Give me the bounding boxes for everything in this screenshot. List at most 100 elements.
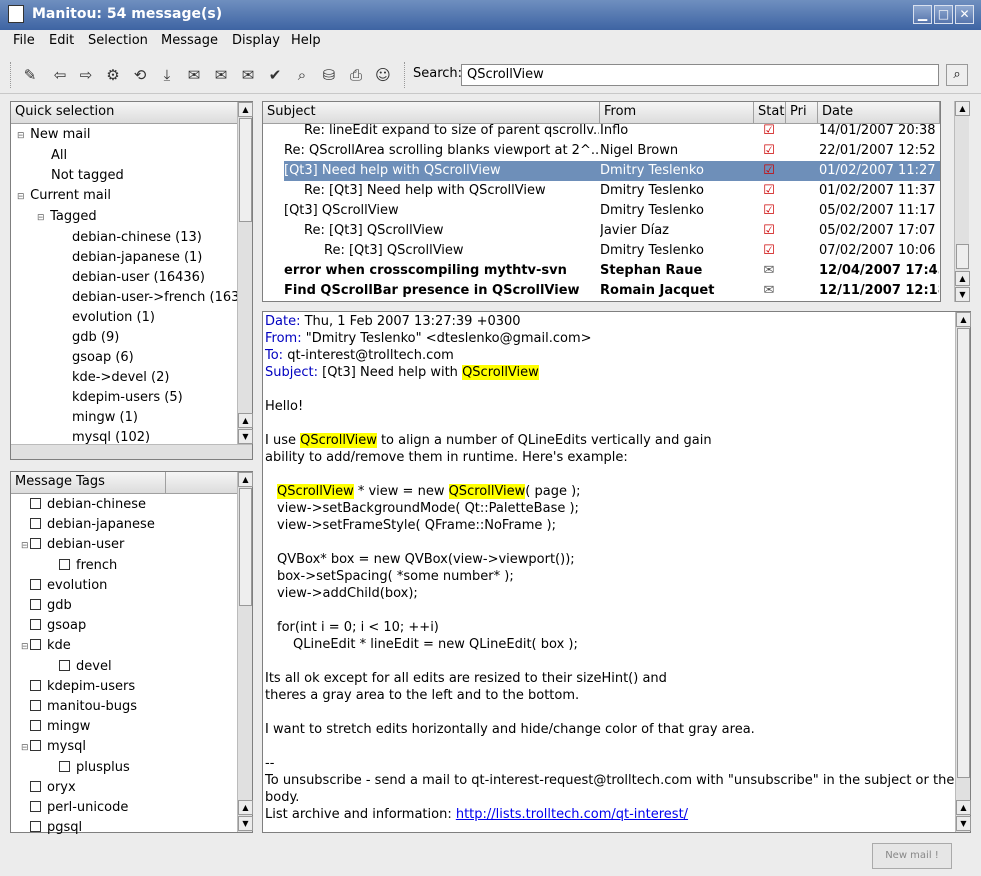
delete-mail-icon[interactable]: ✉ [184,65,204,85]
tag-item[interactable]: manitou-bugs [21,697,155,717]
message-view-vscrollbar[interactable]: ▲ ▲ ▼ [955,312,971,832]
tree-item-tag[interactable]: debian-user (16436) [17,268,238,288]
message-row[interactable]: [Qt3] QScrollView Dmitry Teslenko ☑ 05/02/2… [264,201,941,221]
previous-icon[interactable]: ⇦ [50,65,70,85]
message-row[interactable]: Re: lineEdit expand to size of parent qs… [264,121,941,141]
next-icon[interactable]: ⇨ [76,65,96,85]
replied-icon: ☑ [763,163,775,178]
tag-item[interactable]: french [21,556,155,576]
tree-item-tag[interactable]: debian-japanese (1) [17,248,238,268]
quick-selection-panel: Quick selection ⊟ New mail All Not tagge… [10,101,253,460]
settings-icon[interactable]: ⚙ [103,65,123,85]
code-line: QScrollView * view = new QScrollView( pa… [277,484,581,499]
body-paragraph: Its all ok except for all edits are resi… [265,671,667,686]
maximize-button[interactable]: □ [934,5,953,24]
new-mail-button[interactable]: New mail ! [872,843,952,869]
tag-item[interactable]: ⊟ mysql [21,737,155,758]
quick-selection-header[interactable]: Quick selection [11,102,238,124]
menu-bar: File Edit Selection Message Display Help [0,30,981,54]
tag-item[interactable]: kdepim-users [21,677,155,697]
message-row[interactable]: error when crosscompiling mythtv-svn Step… [264,261,941,281]
message-tags-vscrollbar[interactable]: ▲ ▲ ▼ [237,472,253,832]
tree-item-tag[interactable]: evolution (1) [17,308,238,328]
title-bar: Manitou: 54 message(s) ▁ □ ✕ [0,0,981,30]
tree-item-tag[interactable]: debian-chinese (13) [17,228,238,248]
archive-link[interactable]: http://lists.trolltech.com/qt-interest/ [456,807,688,822]
quick-selection-vscrollbar[interactable]: ▲ ▲ ▼ [237,102,253,445]
tag-item[interactable]: gsoap [21,616,155,636]
replied-icon: ☑ [763,243,775,258]
search-button[interactable]: ⌕ [946,64,968,86]
tag-item[interactable]: oryx [21,778,155,798]
tree-item-not-tagged[interactable]: Not tagged [17,166,238,186]
find-icon[interactable]: ⌕ [292,65,312,85]
message-row[interactable]: Re: QScrollArea scrolling blanks viewpor… [264,141,941,161]
print-icon[interactable]: ⎙ [346,65,366,85]
tag-item[interactable]: pgsql [21,818,155,838]
menu-edit[interactable]: Edit [49,33,74,48]
tree-item-tag[interactable]: gdb (9) [17,328,238,348]
quick-selection-tree: ⊟ New mail All Not tagged ⊟ Current mail… [17,125,238,448]
tag-item[interactable]: debian-japanese [21,515,155,535]
tag-item[interactable]: devel [21,657,155,677]
download-icon[interactable]: ⤓ [157,65,177,85]
replied-icon: ☑ [763,203,775,218]
message-row-selected[interactable]: [Qt3] Need help with QScrollView Dmitry T… [284,161,940,181]
trash-mail-icon[interactable]: ✉ [211,65,231,85]
code-line: for(int i = 0; i < 10; ++i) [277,620,439,635]
tree-item-tag[interactable]: mingw (1) [17,408,238,428]
header-date: Date: Thu, 1 Feb 2007 13:27:39 +0300 [265,314,521,329]
code-line: QVBox* box = new QVBox(view->viewport())… [277,552,575,567]
message-tags-tree: debian-chinese debian-japanese ⊟ debian-u… [21,495,155,838]
tag-item[interactable]: gdb [21,596,155,616]
toolbar-separator [404,62,406,88]
tree-item-tag[interactable]: kde->devel (2) [17,368,238,388]
replied-icon: ☑ [763,123,775,138]
tree-item-tag[interactable]: debian-user->french (1639 [17,288,238,308]
message-row[interactable]: Re: [Qt3] QScrollView Javier Díaz ☑ 05/02/2… [264,221,941,241]
body-paragraph: I want to stretch edits horizontally and… [265,722,755,737]
tree-item-all[interactable]: All [17,146,238,166]
mark-read-icon[interactable]: ✔ [265,65,285,85]
tag-item[interactable]: perl-unicode [21,798,155,818]
message-row[interactable]: Re: [Qt3] QScrollView Dmitry Teslenko ☑ 07/… [264,241,941,261]
message-list-vscrollbar[interactable]: ▲ ▲ ▼ [954,101,970,302]
tag-item[interactable]: ⊟ kde [21,636,155,657]
tree-item-new-mail[interactable]: ⊟ New mail [17,125,238,146]
code-line: view->addChild(box); [277,586,418,601]
menu-file[interactable]: File [13,33,35,48]
menu-help[interactable]: Help [291,33,321,48]
message-body: Date: Thu, 1 Feb 2007 13:27:39 +0300 Fro… [265,313,954,823]
window-title: Manitou: 54 message(s) [32,6,223,22]
code-line: view->setBackgroundMode( Qt::PaletteBase… [277,501,579,516]
quick-selection-hscrollbar[interactable] [11,444,252,459]
tree-item-tagged[interactable]: ⊟ Tagged [17,207,238,228]
menu-selection[interactable]: Selection [88,33,148,48]
compose-icon[interactable]: ✎ [20,65,40,85]
tree-item-tag[interactable]: kdepim-users (5) [17,388,238,408]
tag-item[interactable]: plusplus [21,758,155,778]
minimize-button[interactable]: ▁ [913,5,932,24]
tree-item-current-mail[interactable]: ⊟ Current mail [17,186,238,207]
close-button[interactable]: ✕ [955,5,974,24]
tree-item-tag[interactable]: gsoap (6) [17,348,238,368]
menu-display[interactable]: Display [232,33,280,48]
users-icon[interactable]: ☺ [373,65,393,85]
archive-mail-icon[interactable]: ✉ [238,65,258,85]
body-greeting: Hello! [265,399,304,414]
replied-icon: ☑ [763,223,775,238]
tag-item[interactable]: ⊟ debian-user [21,535,155,556]
trash-icon[interactable]: ⛁ [319,65,339,85]
tag-item[interactable]: evolution [21,576,155,596]
tag-item[interactable]: debian-chinese [21,495,155,515]
menu-message[interactable]: Message [161,33,218,48]
fetch-icon[interactable]: ⟲ [130,65,150,85]
tag-item[interactable]: mingw [21,717,155,737]
unsubscribe-text-cont: body. [265,790,300,805]
search-label: Search: [413,66,463,81]
message-row[interactable]: Re: [Qt3] Need help with QScrollView Dmit… [264,181,941,201]
signature-separator: -- [265,756,275,771]
search-input[interactable]: QScrollView [461,64,939,86]
message-tags-header[interactable]: Message Tags [11,472,166,494]
message-row[interactable]: Find QScrollBar presence in QScrollView R… [264,281,941,301]
